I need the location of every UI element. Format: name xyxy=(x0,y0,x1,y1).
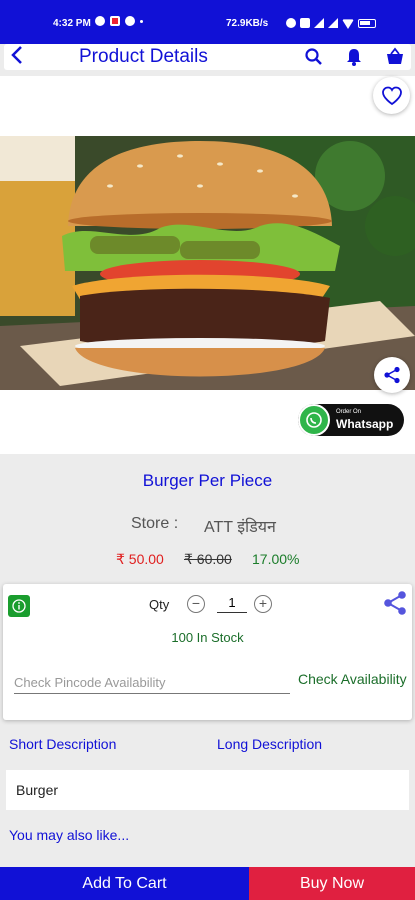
qty-increase-button[interactable]: + xyxy=(254,595,272,613)
more-dot-icon xyxy=(140,20,143,23)
also-like-heading: You may also like... xyxy=(9,827,130,843)
vibrate-icon xyxy=(300,18,310,28)
stock-card: Qty − + 100 In Stock Check Availability xyxy=(3,584,412,720)
network-speed: 72.9KB/s xyxy=(226,18,269,29)
heart-icon xyxy=(381,86,402,105)
share-icon xyxy=(384,366,400,384)
bell-icon[interactable] xyxy=(344,47,364,67)
description-box: Burger xyxy=(6,770,409,810)
search-icon[interactable] xyxy=(304,47,324,67)
discount-percent: 17.00% xyxy=(252,551,300,567)
status-bar: 4:32 PM 72.9KB/s xyxy=(0,0,415,44)
product-image xyxy=(0,136,415,390)
tab-long-description[interactable]: Long Description xyxy=(217,736,322,752)
whatsapp-small-text: Order On xyxy=(336,409,362,415)
signal-icon-2 xyxy=(328,18,338,28)
page-title: Product Details xyxy=(79,46,208,67)
app-bar: Product Details xyxy=(4,44,411,70)
basket-icon[interactable] xyxy=(385,47,405,67)
tiktok-icon xyxy=(125,16,135,26)
description-text: Burger xyxy=(16,782,59,798)
buy-now-button[interactable]: Buy Now xyxy=(249,867,415,900)
qty-label: Qty xyxy=(149,597,170,612)
alarm-icon xyxy=(286,18,296,28)
settings-icon xyxy=(95,16,105,26)
burger-image xyxy=(0,136,415,390)
status-time: 4:32 PM xyxy=(53,18,91,29)
back-arrow-icon[interactable] xyxy=(10,45,24,70)
selling-price: ₹ 50.00 xyxy=(116,551,164,567)
whatsapp-icon xyxy=(298,404,330,436)
signal-icon xyxy=(314,18,324,28)
tab-short-description[interactable]: Short Description xyxy=(9,736,116,752)
system-icons xyxy=(286,17,376,29)
app-notification-icon xyxy=(110,16,120,26)
pincode-input[interactable] xyxy=(14,672,290,694)
original-price: ₹ 60.00 xyxy=(184,551,232,567)
battery-icon xyxy=(358,18,376,28)
whatsapp-label: Whatsapp xyxy=(336,417,394,431)
stock-status: 100 In Stock xyxy=(171,630,244,645)
wifi-icon xyxy=(342,19,354,29)
product-name: Burger Per Piece xyxy=(142,471,273,490)
whatsapp-order-button[interactable]: Order On Whatsapp xyxy=(298,404,404,436)
check-availability-button[interactable]: Check Availability xyxy=(298,671,407,687)
store-label: Store : xyxy=(131,515,179,532)
notification-icons xyxy=(95,16,143,26)
qty-decrease-button[interactable]: − xyxy=(187,595,205,613)
add-to-cart-button[interactable]: Add To Cart xyxy=(0,867,249,900)
share-button-float[interactable] xyxy=(374,357,410,393)
info-icon[interactable] xyxy=(8,595,30,617)
share-icon[interactable] xyxy=(382,590,408,616)
qty-input[interactable] xyxy=(217,593,247,613)
favorite-button[interactable] xyxy=(373,77,410,114)
store-name: ATT इंडियन xyxy=(204,519,276,536)
